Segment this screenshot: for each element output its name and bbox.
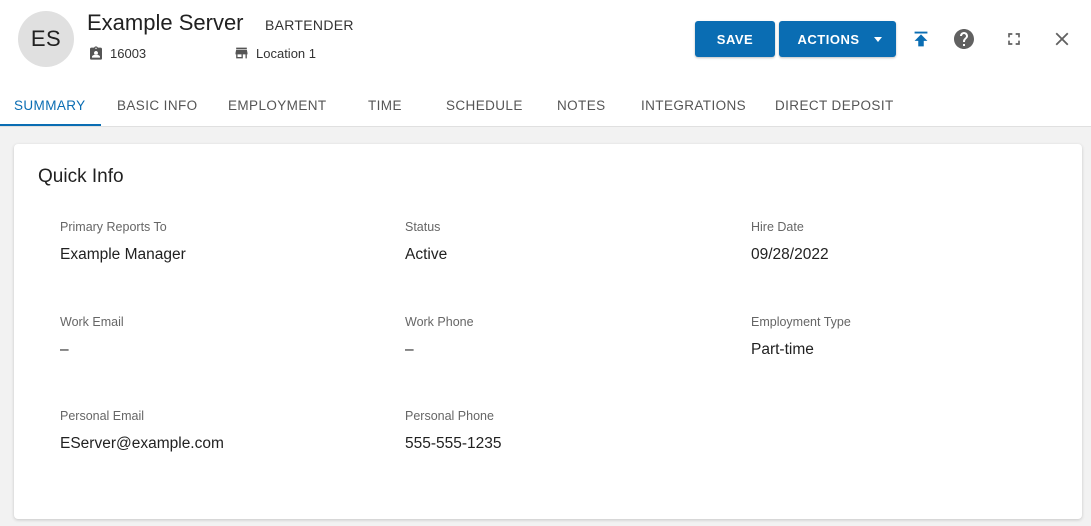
tab-direct-deposit[interactable]: DIRECT DEPOSIT [775, 84, 894, 127]
field-value: – [405, 341, 414, 358]
field-work-phone: Work Phone – [405, 315, 474, 359]
help-icon [954, 29, 974, 49]
tab-employment[interactable]: EMPLOYMENT [228, 84, 327, 127]
field-value: – [60, 341, 69, 358]
field-work-email: Work Email – [60, 315, 124, 359]
close-icon [1055, 32, 1069, 46]
field-value: 555-555-1235 [405, 435, 502, 452]
field-value: 09/28/2022 [751, 246, 829, 263]
active-tab-indicator [0, 124, 101, 126]
field-value: Example Manager [60, 246, 186, 263]
field-personal-email: Personal Email EServer@example.com [60, 409, 224, 453]
field-label: Hire Date [751, 220, 804, 234]
tab-basic-info[interactable]: BASIC INFO [117, 84, 198, 127]
employee-name: Example Server [87, 10, 244, 35]
field-employment-type: Employment Type Part-time [751, 315, 851, 359]
field-status: Status Active [405, 220, 447, 264]
upload-icon [914, 31, 928, 47]
employee-id: 16003 [88, 45, 146, 61]
close-button[interactable] [1049, 26, 1075, 52]
field-value: Active [405, 246, 448, 263]
field-label: Personal Email [60, 409, 145, 423]
field-label: Work Email [60, 315, 124, 329]
field-value: Part-time [751, 341, 814, 358]
tab-integrations[interactable]: INTEGRATIONS [641, 84, 746, 127]
field-label: Personal Phone [405, 409, 494, 423]
employee-location: Location 1 [233, 45, 316, 61]
store-icon [235, 47, 248, 59]
field-primary-reports-to: Primary Reports To Example Manager [60, 220, 186, 264]
field-label: Status [405, 220, 441, 234]
quick-info-title: Quick Info [38, 166, 124, 187]
fullscreen-button[interactable] [1001, 26, 1027, 52]
avatar: ES [18, 11, 74, 67]
field-personal-phone: Personal Phone 555-555-1235 [405, 409, 502, 453]
tab-time[interactable]: TIME [368, 84, 402, 127]
upload-button[interactable] [908, 26, 934, 52]
quick-info-card: Quick Info Primary Reports To Example Ma… [14, 144, 1082, 519]
field-label: Employment Type [751, 315, 851, 329]
header: ES Example Server BARTENDER 16003 Locati… [0, 0, 1091, 127]
badge-icon [90, 46, 102, 60]
field-label: Work Phone [405, 315, 474, 329]
employee-id-value: 16003 [110, 45, 147, 61]
help-button[interactable] [951, 26, 977, 52]
tab-summary[interactable]: SUMMARY [14, 84, 86, 127]
fullscreen-icon [1008, 33, 1020, 45]
field-value: EServer@example.com [60, 435, 224, 452]
field-hire-date: Hire Date 09/28/2022 [751, 220, 829, 264]
actions-label: ACTIONS [797, 31, 860, 47]
actions-button[interactable]: ACTIONS [779, 21, 896, 57]
caret-down-icon [873, 36, 882, 42]
tab-bar: SUMMARY BASIC INFO EMPLOYMENT TIME SCHED… [0, 84, 1091, 127]
employee-role: BARTENDER [265, 17, 354, 33]
tab-schedule[interactable]: SCHEDULE [446, 84, 523, 127]
employee-location-value: Location 1 [256, 45, 316, 61]
save-button[interactable]: SAVE [695, 21, 775, 57]
tab-notes[interactable]: NOTES [557, 84, 606, 127]
field-label: Primary Reports To [60, 220, 167, 234]
